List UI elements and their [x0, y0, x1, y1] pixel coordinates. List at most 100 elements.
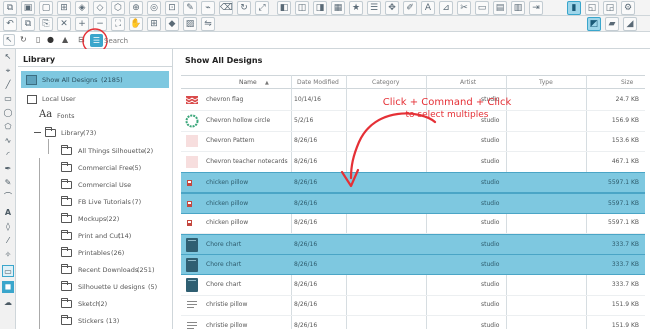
library-item-fb-live-tutorials[interactable]: FB Live Tutorials (7)	[23, 193, 168, 211]
cloud-user-icon[interactable]: ▲	[62, 35, 68, 44]
trace-icon[interactable]: ◎	[147, 1, 161, 15]
cut-settings-icon[interactable]: ✂	[457, 1, 471, 15]
compound-icon[interactable]: ◈	[75, 1, 89, 15]
library-icon[interactable]: ▤	[493, 1, 507, 15]
table-row[interactable]: christie pillow 8/26/16 studio 151.9 KB	[181, 316, 645, 329]
undo-icon[interactable]: ↶	[3, 17, 17, 31]
polygon-tool-icon[interactable]: ⬠	[2, 121, 14, 133]
library-item-stickers[interactable]: Stickers (13)	[23, 312, 168, 329]
font-icon: Aa	[39, 109, 53, 120]
rectangle-tool-icon[interactable]: ▭	[2, 93, 14, 105]
panel-toggle-icon[interactable]: ▮	[567, 1, 581, 15]
table-row[interactable]: Chore chart 8/26/16 studio 333.7 KB	[181, 254, 645, 275]
duplicate-icon[interactable]: ⧉	[21, 17, 35, 31]
settings-icon[interactable]: ⚙	[621, 1, 635, 15]
eraser-icon[interactable]: ⌫	[219, 1, 233, 15]
column-header-artist[interactable]: Artist	[460, 79, 476, 86]
ungroup-icon[interactable]: ▢	[39, 1, 53, 15]
library-item-recent-downloads[interactable]: Recent Downloads (251)	[23, 261, 168, 279]
table-row[interactable]: Chore chart 8/26/16 studio 333.7 KB	[181, 233, 645, 255]
text-tool-icon[interactable]: A	[2, 207, 14, 219]
pattern-icon[interactable]: ▦	[331, 1, 345, 15]
replicate-icon[interactable]: ⊡	[165, 1, 179, 15]
layers-icon[interactable]: ☰	[367, 1, 381, 15]
library-item-commercial-use[interactable]: Commercial Use	[23, 176, 168, 194]
library-item-all-things-silhouette[interactable]: All Things Silhouette (2)	[23, 142, 168, 160]
transform-icon[interactable]: ⊿	[439, 1, 453, 15]
modify-icon[interactable]: ✎	[183, 1, 197, 15]
library-item-mockups[interactable]: Mockups (22)	[23, 210, 168, 228]
library-item-commercial-free[interactable]: Commercial Free (5)	[23, 159, 168, 177]
gradient-icon[interactable]: ◨	[313, 1, 327, 15]
eraser-icon-side[interactable]: ◊	[2, 221, 14, 233]
device-icon[interactable]: ▯	[36, 35, 40, 44]
library-item-silhouette-u-designs[interactable]: Silhouette U designs (5)	[23, 278, 168, 296]
point-icon[interactable]: ✥	[385, 1, 399, 15]
line-color-icon[interactable]: ◫	[295, 1, 309, 15]
grid-icon[interactable]: ⊞	[147, 17, 161, 31]
library-panel-icon[interactable]: ▭	[2, 265, 14, 277]
group-icon[interactable]: ▣	[21, 1, 35, 15]
knife-icon[interactable]: ⌁	[201, 1, 215, 15]
library-item-library[interactable]: Library (73)	[23, 124, 168, 142]
shape-icon[interactable]: ◆	[165, 17, 179, 31]
column-header-date[interactable]: Date Modified	[297, 79, 339, 86]
copy-icon[interactable]: ⧉	[3, 1, 17, 15]
column-header-type[interactable]: Type	[539, 79, 553, 86]
page-setup-icon[interactable]: ▭	[475, 1, 489, 15]
fit-icon[interactable]: ⛶	[111, 17, 125, 31]
table-row[interactable]: christie pillow 8/26/16 studio 151.9 KB	[181, 295, 645, 316]
sketch-icon[interactable]: ✐	[403, 1, 417, 15]
column-header-size[interactable]: Size	[621, 79, 633, 86]
fill-icon[interactable]: ◧	[277, 1, 291, 15]
library-item-printables[interactable]: Printables (26)	[23, 244, 168, 262]
star-icon[interactable]: ★	[349, 1, 363, 15]
edit-points-icon[interactable]: ⌖	[2, 65, 14, 77]
pan-icon[interactable]: ✋	[129, 17, 143, 31]
curve-tool-icon[interactable]: ∿	[2, 135, 14, 147]
pointer-icon[interactable]: ↖	[3, 34, 15, 46]
pen-tool-icon[interactable]: ✒	[2, 163, 14, 175]
library-item-fonts[interactable]: Aa Fonts	[23, 107, 168, 125]
send-view-icon[interactable]: ◲	[603, 1, 617, 15]
folder-icon	[61, 196, 72, 206]
release-icon[interactable]: ◇	[93, 1, 107, 15]
line-tool-icon[interactable]: ╱	[2, 79, 14, 91]
offset-icon[interactable]: ⊕	[129, 1, 143, 15]
mirror-icon[interactable]: ⇋	[201, 17, 215, 31]
machine-icon[interactable]: ▰	[605, 17, 619, 31]
smooth-tool-icon[interactable]: ⌒	[2, 191, 14, 203]
paste-icon[interactable]: ⎘	[39, 17, 53, 31]
refresh-icon[interactable]: ↻	[20, 35, 27, 44]
table-row[interactable]: Chore chart 8/26/16 studio 333.7 KB	[181, 275, 645, 296]
store-panel-icon[interactable]: ◼	[2, 281, 14, 293]
column-header-name[interactable]: Name	[239, 79, 257, 86]
ellipse-tool-icon[interactable]: ◯	[2, 107, 14, 119]
column-header-category[interactable]: Category	[372, 79, 399, 86]
library-item-show-all[interactable]: Show All Designs (2185)	[23, 71, 168, 89]
select-tool-icon[interactable]: ↖	[2, 51, 14, 63]
knife-tool-icon[interactable]: ⁄	[2, 235, 14, 247]
store-icon[interactable]: ▥	[511, 1, 525, 15]
arc-tool-icon[interactable]: ◜	[2, 149, 14, 161]
scale-icon[interactable]: ⤢	[255, 1, 269, 15]
eyedropper-icon[interactable]: ✧	[2, 249, 14, 261]
cloud-panel-icon[interactable]: ☁	[2, 297, 14, 309]
align-icon[interactable]: ⊞	[57, 1, 71, 15]
text-style-icon[interactable]: A	[421, 1, 435, 15]
send-icon[interactable]: ⇥	[529, 1, 543, 15]
rotate-icon[interactable]: ↻	[237, 1, 251, 15]
delete-icon[interactable]: ✕	[57, 17, 71, 31]
table-row[interactable]: chicken pillow 8/26/16 studio 5597.1 KB	[181, 213, 645, 234]
library-item-print-and-cut[interactable]: Print and Cut (14)	[23, 227, 168, 245]
user-icon[interactable]: ●	[47, 35, 54, 44]
image-icon[interactable]: ▨	[183, 17, 197, 31]
design-view-icon[interactable]: ◱	[585, 1, 599, 15]
weld-icon[interactable]: ⬡	[111, 1, 125, 15]
eraser-tool-icon[interactable]: ◢	[623, 17, 637, 31]
table-row[interactable]: chicken pillow 8/26/16 studio 5597.1 KB	[181, 192, 645, 214]
search-input[interactable]	[104, 34, 644, 47]
freehand-tool-icon[interactable]: ✎	[2, 177, 14, 189]
display-icon[interactable]: ◩	[587, 17, 601, 31]
library-item-sketch[interactable]: Sketch (2)	[23, 295, 168, 313]
